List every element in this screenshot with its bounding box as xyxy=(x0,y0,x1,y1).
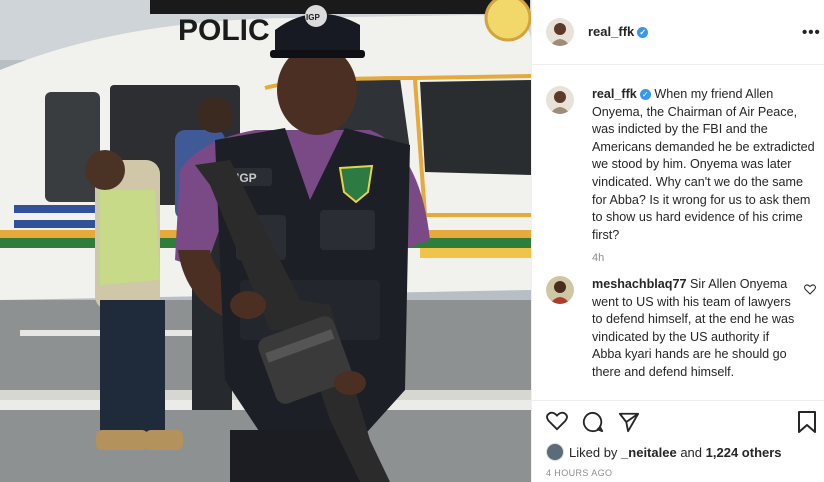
avatar-image xyxy=(546,18,574,46)
bookmark-icon[interactable] xyxy=(798,411,816,433)
post-photo[interactable]: POLIC IGP IGP xyxy=(0,0,531,482)
more-icon[interactable]: ••• xyxy=(802,24,821,41)
avatar-image xyxy=(546,276,574,304)
post-timestamp[interactable]: 4 HOURS AGO xyxy=(546,468,612,478)
liker-username[interactable]: _neitalee xyxy=(621,445,677,460)
liker-avatar[interactable] xyxy=(546,443,564,461)
comment-text-block: meshachblaq77 Sir Allen Onyema went to U… xyxy=(592,276,800,382)
avatar-image xyxy=(546,86,574,114)
caption-time[interactable]: 4h xyxy=(592,250,820,268)
cap-badge: IGP xyxy=(306,13,320,22)
author-username-row[interactable]: real_ffk ✓ xyxy=(588,24,649,39)
heart-icon[interactable] xyxy=(546,411,568,431)
comment-icon[interactable] xyxy=(582,411,604,433)
caption-avatar[interactable] xyxy=(546,86,574,114)
author-avatar[interactable] xyxy=(546,18,574,46)
likes-count[interactable]: 1,224 others xyxy=(706,445,782,460)
verified-icon: ✓ xyxy=(639,89,651,100)
caption-text-block: real_ffk ✓ When my friend Allen Onyema, t… xyxy=(592,86,820,268)
author-username[interactable]: real_ffk xyxy=(588,24,634,39)
verified-icon: ✓ xyxy=(637,27,649,38)
commenter-username[interactable]: meshachblaq77 xyxy=(592,277,687,291)
post-panel: real_ffk ✓ ••• real_ffk ✓ When my friend A… xyxy=(531,0,824,482)
comment-body: Sir Allen Onyema went to US with his tea… xyxy=(592,277,795,379)
likes-prefix: Liked by xyxy=(569,445,618,460)
caption-body: When my friend Allen Onyema, the Chairma… xyxy=(592,87,815,242)
helicopter-text: POLIC xyxy=(178,14,270,47)
likes-and: and xyxy=(680,445,703,460)
commenter-avatar[interactable] xyxy=(546,276,574,304)
caption-username[interactable]: real_ffk xyxy=(592,87,637,101)
comment-like-heart-icon[interactable] xyxy=(804,284,816,295)
share-icon[interactable] xyxy=(618,411,640,433)
likes-summary[interactable]: Liked by _neitalee and 1,224 others xyxy=(546,443,782,461)
post-header: real_ffk ✓ ••• xyxy=(532,0,824,65)
photo-illustration: POLIC IGP IGP xyxy=(0,0,531,482)
